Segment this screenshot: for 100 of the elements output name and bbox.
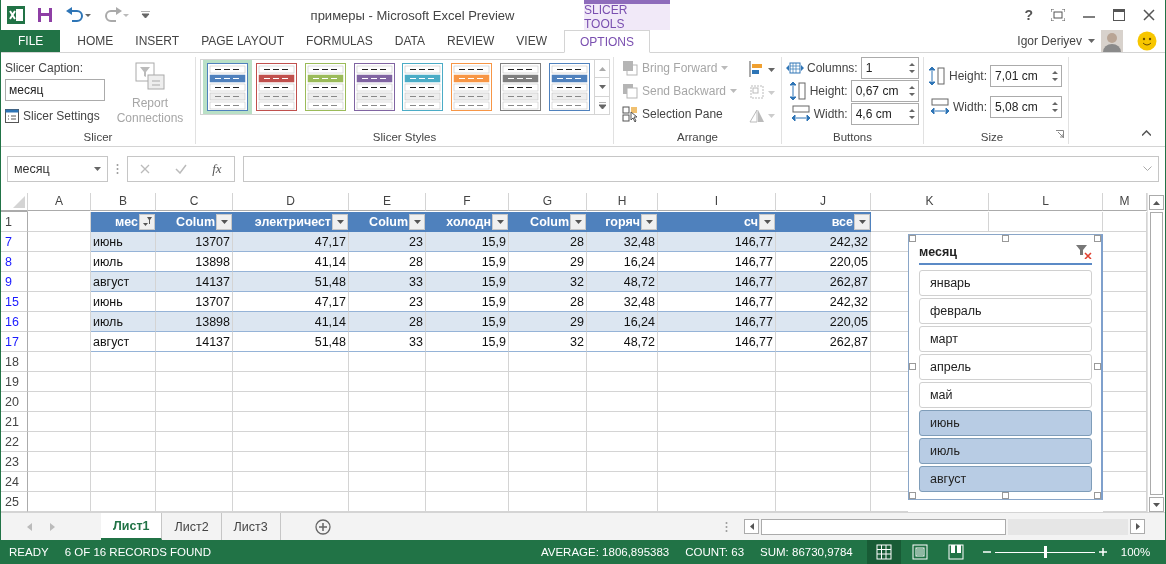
row-header[interactable]: 19: [1, 372, 28, 392]
column-header[interactable]: K: [871, 193, 989, 211]
ribbon-tab[interactable]: DATA: [383, 30, 436, 52]
zoom-out-icon[interactable]: [982, 548, 991, 556]
enter-icon[interactable]: [175, 163, 188, 174]
row-header[interactable]: 9: [1, 272, 28, 292]
row-header[interactable]: 21: [1, 412, 28, 432]
clear-filter-icon[interactable]: [1076, 245, 1092, 259]
ribbon-tab[interactable]: HOME: [66, 30, 125, 52]
empty-cell[interactable]: [156, 412, 233, 432]
empty-cell[interactable]: [349, 392, 426, 412]
empty-cell[interactable]: [426, 452, 509, 472]
zoom-in-icon[interactable]: [1098, 548, 1107, 556]
close-icon[interactable]: [1143, 9, 1155, 21]
empty-cell[interactable]: [349, 352, 426, 372]
collapse-ribbon-icon[interactable]: [1142, 130, 1151, 136]
empty-cell[interactable]: [658, 452, 776, 472]
empty-cell[interactable]: [426, 352, 509, 372]
filter-button[interactable]: [409, 213, 425, 230]
empty-cell[interactable]: [28, 372, 91, 392]
empty-cell[interactable]: [426, 372, 509, 392]
zoom-thumb[interactable]: [1043, 546, 1047, 558]
empty-cell[interactable]: [233, 452, 349, 472]
resize-handle[interactable]: [1094, 235, 1101, 242]
caption-field[interactable]: месяц: [5, 79, 105, 101]
dialog-launcher-icon[interactable]: [1056, 130, 1064, 138]
resize-handle[interactable]: [1094, 492, 1101, 499]
resize-handle[interactable]: [909, 363, 916, 370]
ribbon-tab[interactable]: PAGE LAYOUT: [190, 30, 296, 52]
previous-sheet-icon[interactable]: [27, 522, 32, 531]
empty-cell[interactable]: [426, 392, 509, 412]
slicer-item[interactable]: май: [919, 382, 1092, 408]
undo-icon[interactable]: [65, 7, 91, 23]
row-header[interactable]: 8: [1, 252, 28, 272]
empty-cell[interactable]: [91, 432, 156, 452]
column-header[interactable]: D: [233, 193, 349, 211]
spin-field[interactable]: 5,08 cm: [990, 96, 1063, 118]
select-all-button[interactable]: [1, 193, 28, 211]
empty-cell[interactable]: [776, 392, 871, 412]
empty-cell[interactable]: [91, 372, 156, 392]
empty-cell[interactable]: [509, 472, 587, 492]
column-header[interactable]: F: [426, 193, 509, 211]
scroll-down-button[interactable]: [1149, 497, 1164, 512]
empty-cell[interactable]: [658, 352, 776, 372]
empty-cell[interactable]: [91, 352, 156, 372]
empty-cell[interactable]: [349, 432, 426, 452]
ribbon-tab[interactable]: FILE: [1, 30, 61, 52]
scrollbar-thumb[interactable]: [1150, 212, 1163, 495]
empty-cell[interactable]: [658, 432, 776, 452]
ribbon-tab[interactable]: VIEW: [505, 30, 558, 52]
empty-cell[interactable]: [509, 392, 587, 412]
empty-cell[interactable]: [28, 452, 91, 472]
empty-cell[interactable]: [233, 412, 349, 432]
resize-handle[interactable]: [1002, 492, 1009, 499]
empty-cell[interactable]: [28, 432, 91, 452]
scroll-up-button[interactable]: [1149, 195, 1164, 210]
filter-button[interactable]: [641, 213, 657, 230]
empty-cell[interactable]: [658, 412, 776, 432]
empty-cell[interactable]: [156, 432, 233, 452]
empty-cell[interactable]: [349, 452, 426, 472]
resize-handle[interactable]: [1002, 235, 1009, 242]
empty-cell[interactable]: [91, 452, 156, 472]
smiley-icon[interactable]: [1137, 31, 1157, 51]
empty-cell[interactable]: [587, 392, 658, 412]
sheet-tab[interactable]: Лист1: [101, 513, 163, 540]
row-header[interactable]: 1: [1, 212, 28, 232]
row-header[interactable]: 22: [1, 432, 28, 452]
filter-button[interactable]: [492, 213, 508, 230]
spin-field[interactable]: 4,6 cm: [850, 103, 919, 125]
empty-cell[interactable]: [776, 452, 871, 472]
redo-icon[interactable]: [103, 7, 129, 23]
row-header[interactable]: 20: [1, 392, 28, 412]
ribbon-tab[interactable]: REVIEW: [436, 30, 506, 52]
empty-cell[interactable]: [349, 372, 426, 392]
slicer-item[interactable]: март: [919, 326, 1092, 352]
empty-cell[interactable]: [776, 432, 871, 452]
name-box[interactable]: месяц: [7, 155, 108, 182]
spin-icon[interactable]: [907, 106, 916, 122]
column-header[interactable]: B: [91, 193, 156, 211]
view-button[interactable]: [866, 540, 901, 564]
column-header[interactable]: M: [1103, 193, 1147, 211]
empty-cell[interactable]: [776, 372, 871, 392]
empty-cell[interactable]: [587, 412, 658, 432]
empty-cell[interactable]: [509, 352, 587, 372]
empty-cell[interactable]: [587, 432, 658, 452]
column-header[interactable]: L: [989, 193, 1103, 211]
slicer-style-swatch[interactable]: [203, 60, 252, 114]
empty-cell[interactable]: [28, 352, 91, 372]
empty-cell[interactable]: [233, 352, 349, 372]
empty-cell[interactable]: [156, 392, 233, 412]
add-sheet-icon[interactable]: [314, 518, 331, 535]
empty-cell[interactable]: [509, 372, 587, 392]
empty-cell[interactable]: [156, 352, 233, 372]
empty-cell[interactable]: [28, 412, 91, 432]
scroll-right-button[interactable]: [1130, 519, 1145, 534]
empty-cell[interactable]: [509, 412, 587, 432]
column-header[interactable]: C: [156, 193, 233, 211]
ribbon-tab[interactable]: INSERT: [124, 30, 191, 52]
spin-icon[interactable]: [907, 60, 916, 76]
ribbon-tab[interactable]: FORMULAS: [295, 30, 384, 52]
